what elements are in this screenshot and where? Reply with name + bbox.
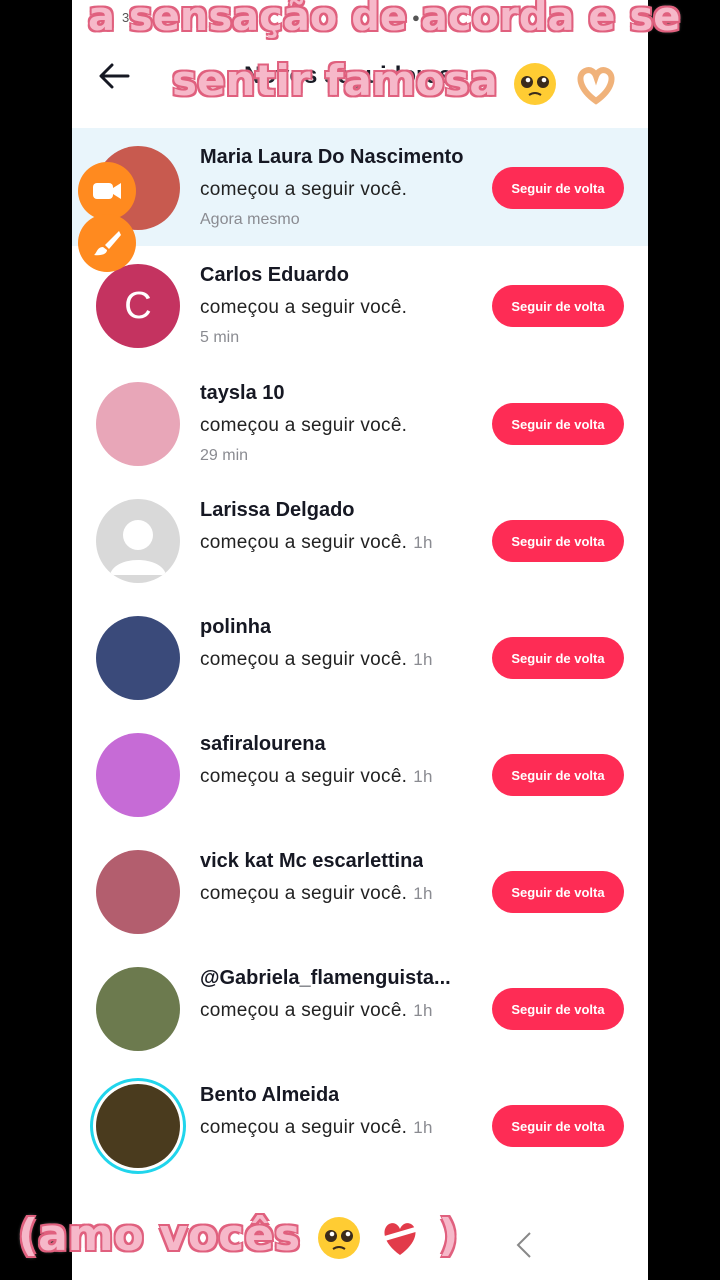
follow-back-button[interactable]: Seguir de volta [492, 988, 624, 1030]
username[interactable]: safiralourena [200, 733, 326, 756]
brush-icon [94, 231, 121, 256]
activity-row[interactable]: C Carlos Eduardo começou a seguir você. 5 m… [72, 246, 648, 364]
follow-back-button[interactable]: Seguir de volta [492, 754, 624, 796]
activity-action: começou a seguir você. [200, 297, 408, 318]
username[interactable]: @Gabriela_flamenguista... [200, 967, 451, 990]
username[interactable]: Bento Almeida [200, 1084, 339, 1107]
edit-brush-button[interactable] [78, 214, 136, 272]
avatar[interactable]: C [96, 264, 180, 348]
username[interactable]: taysla 10 [200, 382, 285, 405]
username[interactable]: Larissa Delgado [200, 499, 355, 522]
activity-action: começou a seguir você. [200, 649, 408, 670]
timestamp: 1h [413, 1001, 433, 1020]
activity-row[interactable]: safiralourena começou a seguir você. 1h Seg… [72, 715, 648, 833]
avatar[interactable] [96, 616, 180, 700]
follow-back-button[interactable]: Seguir de volta [492, 167, 624, 209]
timestamp: 1h [413, 533, 433, 552]
avatar[interactable] [96, 733, 180, 817]
caption-bottom: (amo vocês ) [18, 1210, 458, 1261]
activity-row[interactable]: Larissa Delgado começou a seguir você. 1h S… [72, 481, 648, 599]
activity-text: começou a seguir você. 1h [200, 1000, 433, 1022]
caption-line-2-text: sentir famosa [172, 56, 498, 105]
heart-with-ribbon-emoji-icon [382, 1223, 418, 1255]
timestamp: 29 min [200, 447, 249, 464]
video-record-button[interactable] [78, 162, 136, 220]
caption-bottom-close: ) [438, 1210, 459, 1261]
activity-row[interactable]: Maria Laura Do Nascimento começou a segui… [72, 128, 648, 246]
activity-action: começou a seguir você. [200, 883, 408, 904]
avatar[interactable] [96, 382, 180, 466]
activity-action: começou a seguir você. [200, 1117, 408, 1138]
activity-text: começou a seguir você. [200, 415, 407, 437]
activity-action: começou a seguir você. [200, 766, 408, 787]
follow-back-button[interactable]: Seguir de volta [492, 520, 624, 562]
activity-row[interactable]: @Gabriela_flamenguista... começou a segui… [72, 949, 648, 1067]
activity-text: começou a seguir você. 1h [200, 649, 433, 671]
timestamp: 5 min [200, 329, 240, 346]
avatar[interactable] [96, 850, 180, 934]
activity-action: começou a seguir você. [200, 532, 408, 553]
username[interactable]: Maria Laura Do Nascimento [200, 146, 463, 169]
activity-text: começou a seguir você. [200, 297, 407, 319]
avatar[interactable] [96, 1084, 180, 1168]
follow-back-button[interactable]: Seguir de volta [492, 403, 624, 445]
activity-row[interactable]: vick kat Mc escarlettina começou a seguir… [72, 832, 648, 950]
follow-back-button[interactable]: Seguir de volta [492, 285, 624, 327]
activity-action: começou a seguir você. [200, 1000, 408, 1021]
follow-back-button[interactable]: Seguir de volta [492, 1105, 624, 1147]
timestamp: Agora mesmo [200, 211, 300, 228]
avatar[interactable] [96, 967, 180, 1051]
activity-row[interactable]: polinha começou a seguir você. 1h Seguir de… [72, 598, 648, 716]
username[interactable]: Carlos Eduardo [200, 264, 349, 287]
timestamp: 1h [413, 1118, 433, 1137]
back-arrow-icon[interactable] [96, 58, 132, 94]
activity-text: começou a seguir você. [200, 179, 407, 201]
activity-text: começou a seguir você. 1h [200, 1117, 433, 1139]
caption-line-2: sentir famosa [172, 56, 619, 107]
default-avatar-icon [110, 520, 166, 575]
video-camera-icon [93, 183, 121, 199]
caption-bottom-text: (amo vocês [18, 1210, 301, 1261]
avatar-letter: C [124, 285, 152, 327]
activity-text: começou a seguir você. 1h [200, 883, 433, 905]
avatar[interactable] [96, 499, 180, 583]
pleading-face-emoji-icon [514, 62, 557, 105]
activity-row[interactable]: taysla 10 começou a seguir você. 29 min Seg… [72, 364, 648, 482]
timestamp: 1h [413, 884, 433, 903]
activity-text: começou a seguir você. 1h [200, 532, 433, 554]
nav-back-icon[interactable] [512, 1230, 536, 1260]
app-screen: 3 ● 9 Novos seguidores Maria Laura Do Na… [72, 0, 648, 1280]
heart-hands-emoji-icon [577, 66, 615, 105]
timestamp: 1h [413, 767, 433, 786]
activity-action: começou a seguir você. [200, 415, 408, 436]
activity-text: começou a seguir você. 1h [200, 766, 433, 788]
follow-back-button[interactable]: Seguir de volta [492, 637, 624, 679]
activity-action: começou a seguir você. [200, 179, 408, 200]
timestamp: 1h [413, 650, 433, 669]
follow-back-button[interactable]: Seguir de volta [492, 871, 624, 913]
caption-line-1: a sensação de acorda e se [88, 0, 681, 40]
username[interactable]: vick kat Mc escarlettina [200, 850, 423, 873]
activity-row[interactable]: Bento Almeida começou a seguir você. 1h Seg… [72, 1066, 648, 1184]
username[interactable]: polinha [200, 616, 271, 639]
pleading-face-emoji-icon [317, 1217, 360, 1259]
